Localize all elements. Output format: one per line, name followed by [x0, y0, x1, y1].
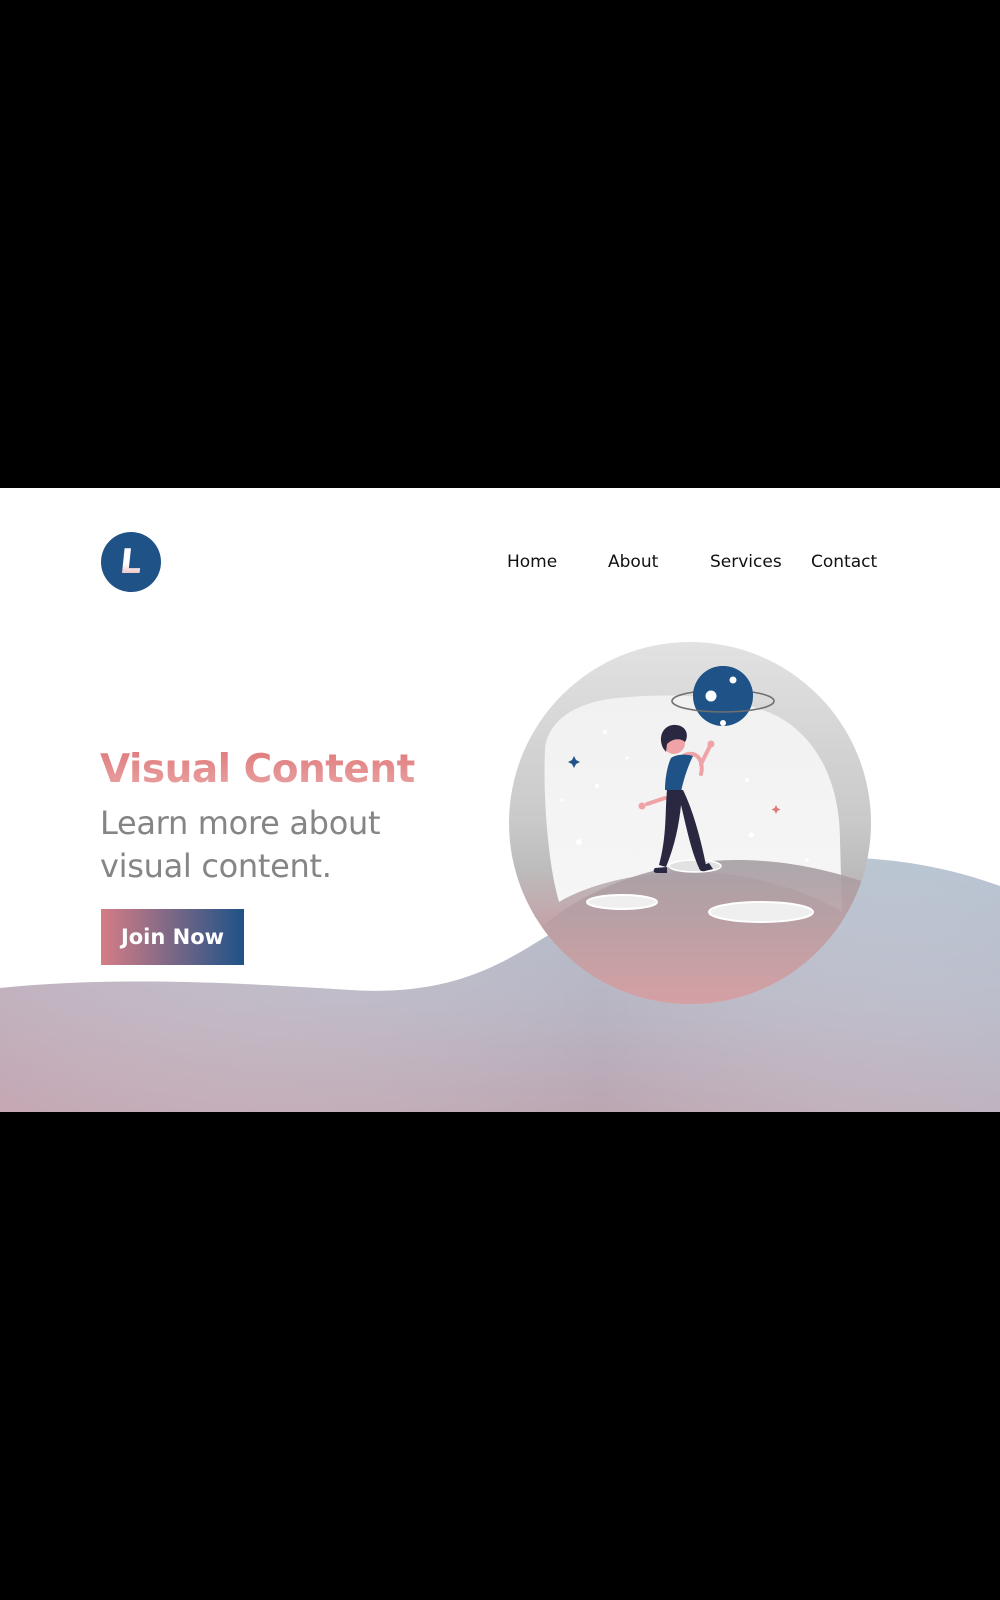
join-now-button[interactable]: Join Now: [101, 909, 244, 965]
nav-services-link[interactable]: Services: [710, 552, 782, 572]
crater-ellipse: [708, 901, 814, 923]
nav-about-link[interactable]: About: [608, 552, 658, 572]
nav-home-link[interactable]: Home: [507, 552, 557, 572]
nav-contact-link[interactable]: Contact: [811, 552, 877, 572]
hero-title: Visual Content: [100, 747, 415, 792]
landing-page: L Home About Services Contact Visual Con…: [0, 488, 1000, 1112]
crater-ellipse: [586, 894, 658, 910]
hero-subtitle: Learn more about visual content.: [100, 804, 381, 885]
globe-bubble: [509, 642, 871, 1004]
main-nav: Home About Services Contact: [0, 552, 1000, 576]
crater-ellipse: [668, 859, 722, 873]
